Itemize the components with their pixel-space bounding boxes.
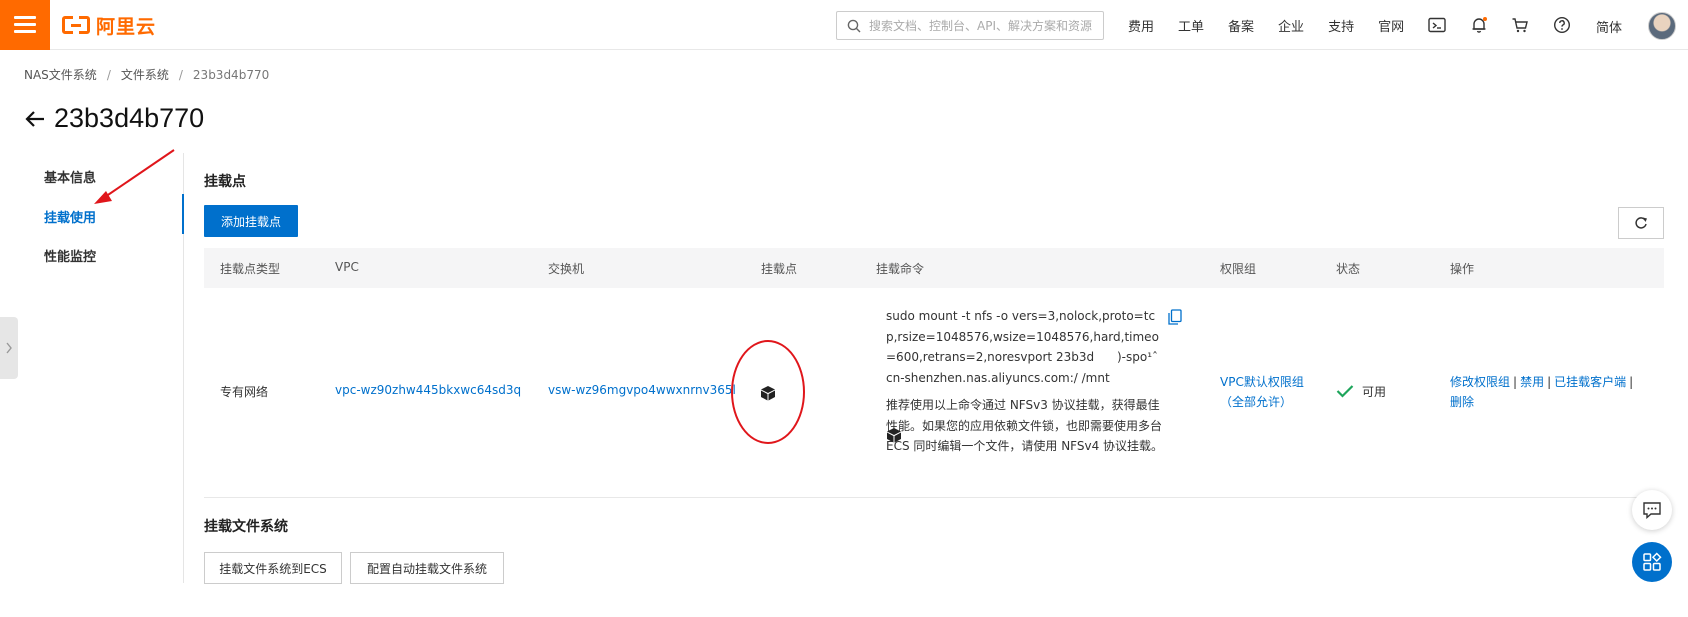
breadcrumb: NAS文件系统 / 文件系统 / 23b3d4b770	[24, 66, 269, 83]
col-mount-point: 挂载点	[761, 262, 798, 276]
col-actions: 操作	[1450, 262, 1475, 276]
mount-to-ecs-button[interactable]: 挂载文件系统到ECS	[204, 552, 342, 584]
mount-fs-title: 挂载文件系统	[204, 519, 288, 535]
check-icon	[1336, 385, 1354, 398]
col-mount-type: 挂载点类型	[220, 262, 281, 276]
nav-support[interactable]: 支持	[1328, 16, 1354, 35]
chat-icon	[1643, 502, 1661, 519]
action-disable[interactable]: 禁用	[1520, 375, 1544, 389]
side-item-mount-usage[interactable]: 挂载使用	[44, 207, 96, 226]
permission-group-sub[interactable]: （全部允许）	[1220, 393, 1292, 410]
nav-official-site[interactable]: 官网	[1378, 16, 1404, 35]
annotation-arrow	[94, 149, 175, 204]
terminal-icon[interactable]	[1427, 15, 1447, 35]
breadcrumb-current: 23b3d4b770	[192, 67, 270, 82]
avatar[interactable]	[1648, 12, 1676, 40]
vpc-link[interactable]: vpc-wz90zhw445bkxwc64sd3q	[335, 383, 521, 397]
active-indicator	[182, 194, 184, 234]
action-modify-permission[interactable]: 修改权限组	[1450, 375, 1510, 389]
page-title: 23b3d4b770	[54, 103, 205, 133]
add-mount-point-button[interactable]: 添加挂载点	[204, 205, 298, 237]
nav-icp[interactable]: 备案	[1228, 16, 1254, 35]
cart-icon[interactable]	[1510, 15, 1530, 35]
language-switch[interactable]: 简体	[1596, 17, 1622, 36]
col-mount-command: 挂载命令	[876, 262, 925, 276]
action-delete[interactable]: 删除	[1450, 395, 1474, 409]
logo-mark-icon	[62, 15, 90, 39]
col-permission-group: 权限组	[1220, 262, 1257, 276]
page-header: 23b3d4b770	[24, 103, 204, 134]
back-arrow-icon[interactable]	[24, 108, 46, 130]
breadcrumb-separator: /	[106, 67, 111, 82]
chat-button[interactable]	[1632, 490, 1672, 530]
mount-command-note: 推荐使用以上命令通过 NFSv3 协议挂载，获得最佳性能。如果您的应用依赖文件锁…	[886, 398, 1164, 453]
apps-button[interactable]	[1632, 542, 1672, 582]
breadcrumb-nas[interactable]: NAS文件系统	[24, 66, 97, 83]
col-status: 状态	[1336, 262, 1361, 276]
global-search[interactable]	[836, 11, 1104, 40]
mount-type-value: 专有网络	[220, 385, 269, 399]
refresh-button[interactable]	[1618, 207, 1664, 239]
aliyun-logo[interactable]: 阿里云	[62, 13, 157, 39]
menu-icon[interactable]	[0, 0, 50, 50]
mount-points-title: 挂载点	[204, 174, 246, 190]
apps-grid-icon	[1643, 552, 1662, 571]
side-item-performance[interactable]: 性能监控	[44, 246, 96, 265]
annotation-circle	[731, 340, 805, 444]
breadcrumb-separator: /	[178, 67, 183, 82]
chevron-right-icon	[6, 342, 12, 354]
side-menu: 基本信息 挂载使用 性能监控	[0, 153, 184, 583]
nav-tickets[interactable]: 工单	[1178, 16, 1204, 35]
bell-icon[interactable]	[1469, 15, 1489, 35]
action-mounted-clients[interactable]: 已挂载客户端	[1554, 375, 1626, 389]
col-vpc: VPC	[335, 260, 359, 274]
vswitch-link[interactable]: vsw-wz96mgvpo4wwxnrnv365l	[548, 383, 736, 397]
breadcrumb-filesystems[interactable]: 文件系统	[121, 66, 169, 83]
copy-icon[interactable]	[1168, 309, 1182, 325]
status-value: 可用	[1362, 385, 1387, 399]
nav-enterprise[interactable]: 企业	[1278, 16, 1304, 35]
help-icon[interactable]	[1552, 15, 1572, 35]
mount-command-text: sudo mount -t nfs -o vers=3,nolock,proto…	[886, 309, 1159, 385]
side-item-basic-info[interactable]: 基本信息	[44, 167, 96, 186]
table-header: 挂载点类型 VPC 交换机 挂载点 挂载命令 权限组 状态 操作	[204, 248, 1664, 288]
search-input[interactable]	[869, 18, 1099, 33]
row-actions: 修改权限组 | 禁用 | 已挂载客户端 | 删除	[1450, 375, 1634, 409]
search-icon	[847, 19, 861, 32]
expand-sidebar-toggle[interactable]	[0, 317, 18, 379]
table-row: 专有网络 vpc-wz90zhw445bkxwc64sd3q vsw-wz96m…	[204, 288, 1664, 498]
nav-fees[interactable]: 费用	[1128, 16, 1154, 35]
auto-mount-config-button[interactable]: 配置自动挂载文件系统	[350, 552, 504, 584]
refresh-icon	[1635, 217, 1647, 229]
logo-text: 阿里云	[96, 15, 157, 38]
top-navbar: 阿里云 费用 工单 备案 企业 支持 官网 简体	[0, 0, 1688, 50]
cube-icon	[887, 428, 901, 443]
permission-group-link[interactable]: VPC默认权限组	[1220, 373, 1304, 390]
top-nav-links: 费用 工单 备案 企业 支持 官网	[1128, 0, 1428, 50]
col-vswitch: 交换机	[548, 262, 585, 276]
